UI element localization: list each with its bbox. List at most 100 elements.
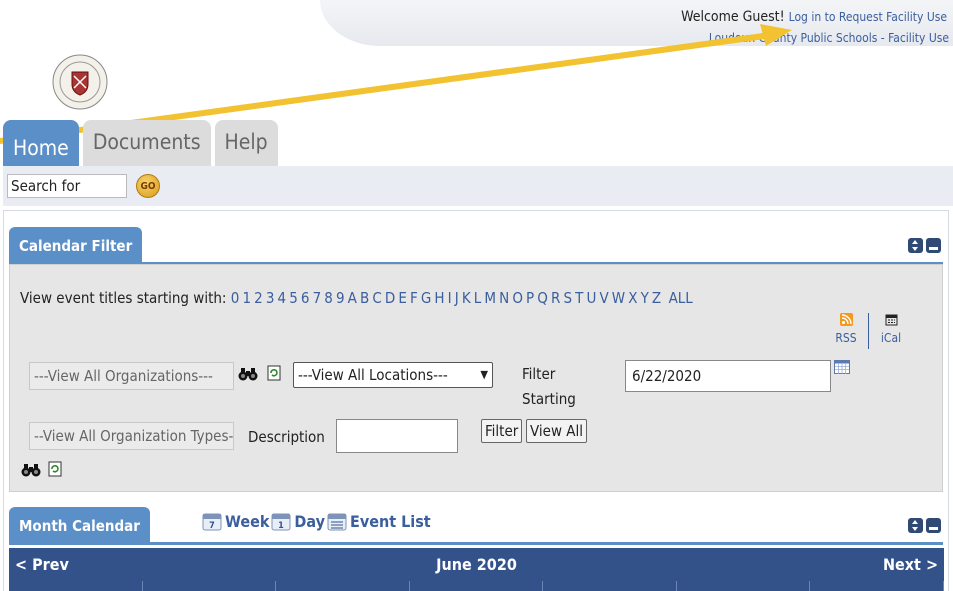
welcome-text: Welcome Guest! (681, 9, 785, 25)
view-all-button[interactable]: View All (526, 419, 588, 443)
minimize-icon[interactable] (926, 238, 941, 253)
description-label: Description (248, 428, 325, 446)
main-tabs: Home Documents Help (3, 120, 282, 166)
letters-label: View event titles starting with: (20, 289, 227, 307)
letter-link[interactable]: M (484, 289, 496, 307)
letter-link[interactable]: R (551, 289, 560, 307)
event-list-view-link[interactable]: Event List (327, 511, 431, 531)
prev-month-link[interactable]: < Prev (15, 548, 69, 581)
location-select-value: ---View All Locations--- (298, 366, 448, 384)
letter-link[interactable]: L (474, 289, 482, 307)
refresh-icon[interactable] (45, 461, 65, 477)
letter-link[interactable]: H (434, 289, 444, 307)
login-link[interactable]: Log in to Request Facility Use (789, 10, 947, 24)
letter-link[interactable]: 1 (242, 289, 251, 307)
letter-link[interactable]: 2 (254, 289, 263, 307)
letter-link-all[interactable]: ALL (669, 289, 693, 307)
ical-icon (885, 314, 897, 326)
tab-home[interactable]: Home (3, 120, 79, 166)
filter-box: View event titles starting with: 0123456… (9, 264, 943, 492)
week-view-link[interactable]: 7 Week (202, 511, 269, 531)
rss-link[interactable]: RSS (828, 313, 864, 349)
calendar-navigation-bar: June 2020 < Prev Next > (9, 548, 944, 581)
ical-link[interactable]: iCal (873, 313, 909, 349)
sort-icon[interactable] (908, 518, 923, 533)
refresh-icon[interactable] (264, 365, 284, 381)
letter-link[interactable]: 7 (313, 289, 322, 307)
ical-label: iCal (880, 331, 902, 345)
letter-link[interactable]: 8 (324, 289, 333, 307)
description-field[interactable] (336, 419, 458, 453)
location-select[interactable]: ---View All Locations--- ▼ (293, 362, 493, 388)
search-input[interactable] (7, 174, 127, 198)
school-seal-logo[interactable] (52, 54, 108, 110)
letter-link[interactable]: V (599, 289, 608, 307)
go-button[interactable]: GO (136, 174, 160, 198)
tab-documents[interactable]: Documents (82, 120, 211, 166)
letter-link[interactable]: E (398, 289, 407, 307)
rss-icon (839, 313, 853, 326)
letters-row: View event titles starting with: 0123456… (20, 289, 693, 307)
binoculars-icon[interactable] (238, 366, 258, 382)
letter-link[interactable]: P (526, 289, 534, 307)
letter-link[interactable]: 5 (289, 289, 298, 307)
letter-link[interactable]: T (575, 289, 583, 307)
tab-help[interactable]: Help (214, 120, 278, 166)
week-calendar-icon: 7 (202, 513, 222, 531)
welcome-line: Welcome Guest! Log in to Request Facilit… (681, 9, 947, 25)
calendar-view-links: 7 Week 1 Day Event List (202, 511, 433, 531)
letter-link[interactable]: 6 (301, 289, 310, 307)
letter-link[interactable]: J (455, 289, 459, 307)
next-month-link[interactable]: Next > (883, 548, 938, 581)
svg-text:7: 7 (209, 521, 215, 531)
list-calendar-icon (327, 513, 347, 531)
letter-link[interactable]: W (612, 289, 625, 307)
letter-link[interactable]: I (448, 289, 452, 307)
letter-link[interactable]: S (563, 289, 572, 307)
letter-link[interactable]: 9 (336, 289, 345, 307)
letter-link[interactable]: O (512, 289, 523, 307)
organization-type-select[interactable]: --View All Organization Types-- (29, 422, 234, 450)
binoculars-icon[interactable] (21, 462, 41, 478)
calendar-filter-title: Calendar Filter (9, 227, 143, 265)
letter-link[interactable]: F (410, 289, 418, 307)
feed-divider (868, 313, 869, 349)
letter-link[interactable]: 4 (278, 289, 287, 307)
day-view-label: Day (294, 511, 325, 531)
search-bar: GO (3, 166, 953, 206)
sort-icon[interactable] (908, 238, 923, 253)
filter-starting-label: Filter Starting (522, 365, 576, 408)
week-view-label: Week (225, 511, 270, 531)
letter-link[interactable]: Q (537, 289, 548, 307)
month-calendar-title: Month Calendar (9, 507, 150, 545)
date-picker-icon[interactable] (834, 360, 850, 374)
letter-link[interactable]: K (462, 289, 471, 307)
month-calendar-header: Month Calendar (9, 506, 943, 545)
organization-select[interactable]: ---View All Organizations--- (29, 362, 234, 390)
rss-label: RSS (835, 331, 857, 345)
letter-link[interactable]: G (421, 289, 431, 307)
org-link[interactable]: Loudoun County Public Schools - Facility… (709, 31, 949, 45)
letter-link[interactable]: D (385, 289, 395, 307)
letter-links: 0123456789ABCDEFGHIJKLMNOPQRSTUVWXYZ (231, 289, 665, 307)
minimize-icon[interactable] (926, 518, 941, 533)
calendar-filter-header: Calendar Filter (9, 226, 943, 265)
letter-link[interactable]: C (372, 289, 381, 307)
event-list-view-label: Event List (349, 511, 431, 531)
letter-link[interactable]: Z (652, 289, 661, 307)
letter-link[interactable]: A (348, 289, 357, 307)
letter-link[interactable]: N (499, 289, 509, 307)
letter-link[interactable]: Y (641, 289, 649, 307)
letter-link[interactable]: X (628, 289, 637, 307)
feed-links: RSS iCal (828, 313, 909, 349)
letter-link[interactable]: U (586, 289, 596, 307)
content-panel: Calendar Filter View event titles starti… (3, 210, 949, 591)
day-view-link[interactable]: 1 Day (271, 511, 325, 531)
month-title: June 2020 (436, 555, 517, 574)
chevron-down-icon: ▼ (480, 368, 488, 381)
letter-link[interactable]: 0 (231, 289, 240, 307)
letter-link[interactable]: B (360, 289, 369, 307)
start-date-field[interactable]: 6/22/2020 (625, 360, 831, 392)
filter-button[interactable]: Filter (481, 419, 523, 443)
letter-link[interactable]: 3 (266, 289, 275, 307)
